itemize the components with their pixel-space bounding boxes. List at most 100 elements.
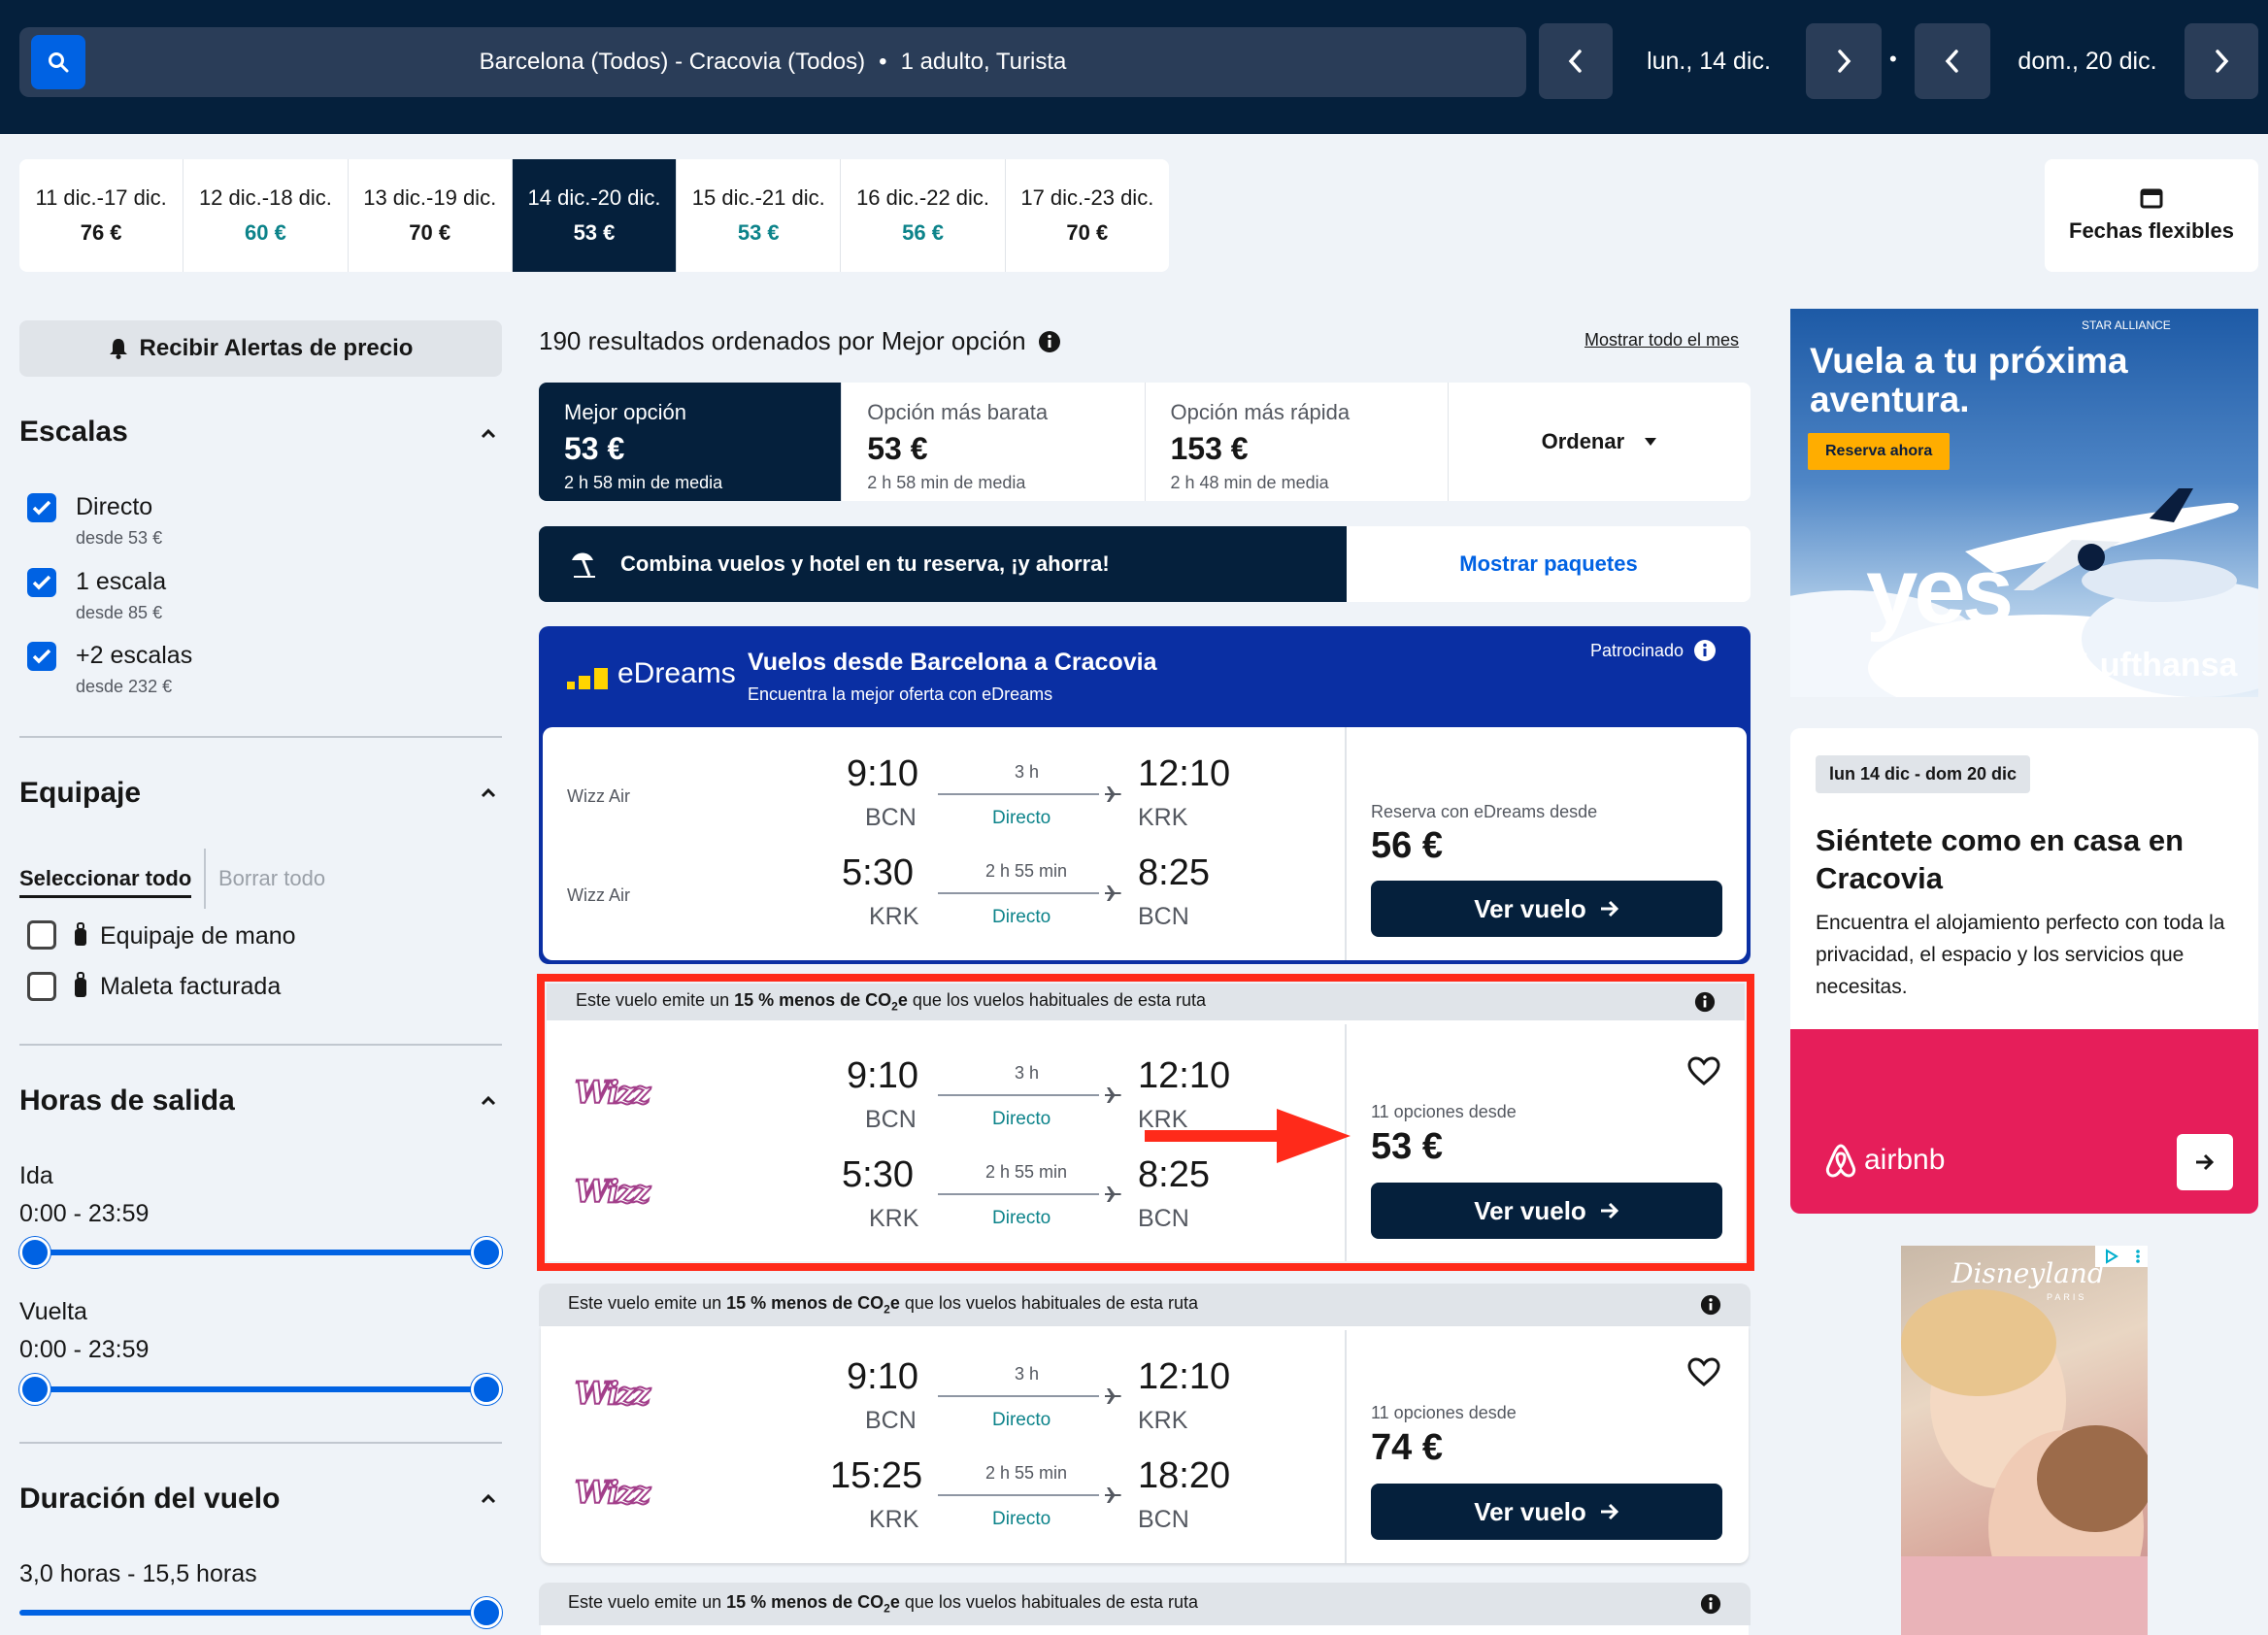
duration: 2 h 55 min bbox=[985, 1463, 1068, 1483]
stop-option-two-plus[interactable] bbox=[27, 642, 56, 671]
airbnb-arrow-button[interactable] bbox=[2177, 1134, 2233, 1190]
depart-date[interactable]: lun., 14 dic. bbox=[1617, 23, 1801, 99]
checkbox-checked[interactable] bbox=[27, 642, 56, 671]
info-icon[interactable] bbox=[1694, 991, 1716, 1013]
chevron-up-icon[interactable] bbox=[480, 1092, 497, 1110]
passengers-text: 1 adulto, Turista bbox=[900, 49, 1067, 75]
bell-icon bbox=[109, 339, 127, 359]
depart-airport: KRK bbox=[869, 903, 919, 930]
return-next-button[interactable] bbox=[2185, 23, 2258, 99]
week-option-selected[interactable]: 14 dic.-20 dic. 53 € bbox=[512, 159, 678, 272]
arrival-time: 18:20 bbox=[1138, 1455, 1231, 1496]
week-option[interactable]: 11 dic.-17 dic. 76 € bbox=[19, 159, 184, 272]
sort-fastest[interactable]: Opción más rápida 153 €2 h 48 min de medi… bbox=[1146, 383, 1449, 501]
depart-airport: KRK bbox=[869, 1205, 919, 1232]
depart-next-button[interactable] bbox=[1806, 23, 1882, 99]
show-packages-link[interactable]: Mostrar paquetes bbox=[1347, 526, 1751, 602]
checkbox-checked[interactable] bbox=[27, 568, 56, 597]
chevron-up-icon[interactable] bbox=[480, 425, 497, 443]
arrival-time: 12:10 bbox=[1138, 1055, 1231, 1096]
co2-banner: Este vuelo emite un 15 % menos de CO2e q… bbox=[539, 1583, 1751, 1625]
stop-option-one[interactable] bbox=[27, 568, 56, 597]
airbnb-ad[interactable]: lun 14 dic - dom 20 dic Siéntete como en… bbox=[1790, 728, 2258, 1214]
outbound-label: Ida bbox=[19, 1162, 53, 1189]
stop-option-direct[interactable] bbox=[27, 493, 56, 522]
info-icon[interactable] bbox=[1700, 1593, 1721, 1615]
arrow-right-icon bbox=[1600, 1202, 1618, 1219]
family-photo-image bbox=[1901, 1289, 2148, 1635]
info-icon[interactable] bbox=[1700, 1294, 1721, 1316]
airbnb-brand: airbnb bbox=[1864, 1144, 1946, 1176]
co2-text: Este vuelo emite un 15 % menos de CO2e q… bbox=[568, 1293, 1199, 1317]
slider-handle-max[interactable] bbox=[471, 1374, 502, 1405]
ad-choices[interactable] bbox=[2095, 1246, 2148, 1267]
flight-line bbox=[938, 1094, 1099, 1096]
week-option[interactable]: 13 dic.-19 dic. 70 € bbox=[349, 159, 513, 272]
return-date[interactable]: dom., 20 dic. bbox=[1995, 23, 2180, 99]
airbnb-logo-icon bbox=[1825, 1144, 1856, 1178]
direct-label: Directo bbox=[992, 808, 1051, 828]
adchoices-icon bbox=[2105, 1249, 2118, 1264]
red-arrow-annotation bbox=[1145, 1109, 1351, 1163]
depart-time: 5:30 bbox=[842, 1154, 914, 1195]
depart-time: 5:30 bbox=[842, 852, 914, 893]
separator-dot: • bbox=[879, 49, 887, 75]
price-alert-button[interactable]: Recibir Alertas de precio bbox=[19, 320, 502, 377]
view-flight-button[interactable]: Ver vuelo bbox=[1371, 1183, 1722, 1239]
price: 56 € bbox=[1371, 825, 1443, 866]
slider-handle-max[interactable] bbox=[471, 1237, 502, 1268]
checkmark-icon bbox=[32, 649, 51, 664]
carry-on-checkbox[interactable] bbox=[27, 920, 56, 950]
depart-time: 9:10 bbox=[847, 1356, 918, 1397]
co2-banner: Este vuelo emite un 15 % menos de CO2e q… bbox=[539, 1284, 1751, 1326]
week-option[interactable]: 12 dic.-18 dic. 60 € bbox=[183, 159, 349, 272]
price: 53 € bbox=[1371, 1126, 1443, 1167]
chevron-up-icon[interactable] bbox=[480, 784, 497, 802]
duration: 3 h bbox=[1015, 762, 1040, 782]
return-label: Vuelta bbox=[19, 1298, 87, 1325]
clear-all-link[interactable]: Borrar todo bbox=[218, 866, 325, 891]
select-all-link[interactable]: Seleccionar todo bbox=[19, 866, 192, 898]
wizz-logo: Wizz bbox=[574, 1473, 651, 1512]
heart-icon[interactable] bbox=[1687, 1357, 1720, 1386]
return-slider-track[interactable] bbox=[35, 1386, 487, 1392]
ad-cta-button[interactable]: Reserva ahora bbox=[1808, 433, 1951, 470]
show-month-link[interactable]: Mostrar todo el mes bbox=[1584, 330, 1739, 350]
airbnb-dates-badge: lun 14 dic - dom 20 dic bbox=[1816, 755, 2031, 793]
depart-prev-button[interactable] bbox=[1539, 23, 1613, 99]
duration-slider-track[interactable] bbox=[19, 1610, 487, 1616]
info-icon[interactable] bbox=[1038, 330, 1061, 353]
sort-cheapest[interactable]: Opción más barata 53 €2 h 58 min de media bbox=[842, 383, 1146, 501]
package-text: Combina vuelos y hotel en tu reserva, ¡y… bbox=[620, 551, 1110, 576]
flexible-dates-button[interactable]: Fechas flexibles bbox=[2045, 159, 2258, 272]
view-flight-button[interactable]: Ver vuelo bbox=[1371, 881, 1722, 937]
week-option[interactable]: 16 dic.-22 dic. 56 € bbox=[841, 159, 1006, 272]
chevron-left-icon bbox=[1568, 50, 1582, 73]
co2-text: Este vuelo emite un 15 % menos de CO2e q… bbox=[576, 990, 1207, 1014]
search-summary[interactable]: Barcelona (Todos) - Cracovia (Todos) • 1… bbox=[19, 27, 1526, 97]
wizz-logo: Wizz bbox=[574, 1172, 651, 1211]
return-prev-button[interactable] bbox=[1915, 23, 1990, 99]
slider-handle-min[interactable] bbox=[19, 1374, 50, 1405]
divider bbox=[19, 1442, 502, 1444]
checked-bag-checkbox[interactable] bbox=[27, 972, 56, 1001]
lufthansa-ad[interactable]: STAR ALLIANCE Vuela a tu próxima aventur… bbox=[1790, 309, 2258, 697]
depart-airport: BCN bbox=[865, 1106, 917, 1133]
arrival-airport: BCN bbox=[1138, 903, 1189, 930]
sort-best[interactable]: Mejor opción 53 €2 h 58 min de media bbox=[539, 383, 843, 501]
checkbox-checked[interactable] bbox=[27, 493, 56, 522]
view-flight-button[interactable]: Ver vuelo bbox=[1371, 1484, 1722, 1540]
week-option[interactable]: 15 dic.-21 dic. 53 € bbox=[677, 159, 842, 272]
disneyland-ad[interactable]: Disneyland PARIS bbox=[1901, 1246, 2148, 1635]
price: 74 € bbox=[1371, 1427, 1443, 1468]
chevron-up-icon[interactable] bbox=[480, 1490, 497, 1508]
week-option[interactable]: 17 dic.-23 dic. 70 € bbox=[1006, 159, 1169, 272]
flight-card[interactable] bbox=[541, 1625, 1749, 1635]
slider-handle-max[interactable] bbox=[471, 1597, 502, 1628]
outbound-slider-track[interactable] bbox=[35, 1250, 487, 1255]
info-icon[interactable] bbox=[1693, 639, 1717, 662]
slider-handle-min[interactable] bbox=[19, 1237, 50, 1268]
heart-icon[interactable] bbox=[1687, 1056, 1720, 1085]
beach-umbrella-icon bbox=[572, 552, 595, 578]
sort-dropdown[interactable]: Ordenar bbox=[1449, 383, 1751, 501]
